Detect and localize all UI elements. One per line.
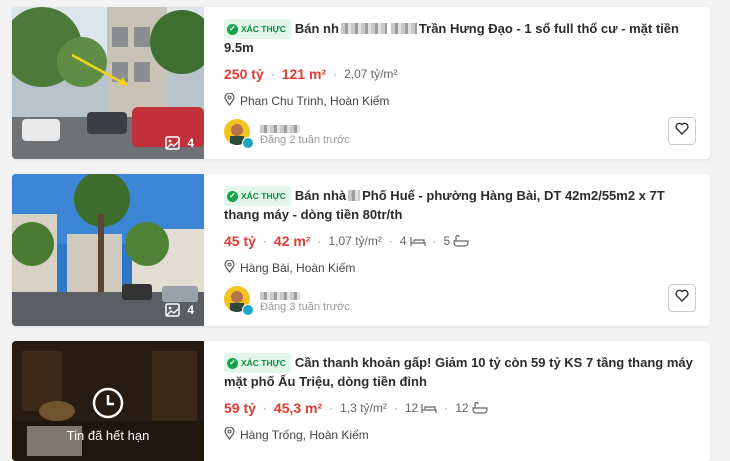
check-icon: ✓ xyxy=(227,190,238,202)
image-stack-icon xyxy=(165,303,181,317)
bath-icon xyxy=(471,402,488,414)
listing-title[interactable]: ✓ XÁC THỰC Cần thanh khoản gấp! Giảm 10 tỷ… xyxy=(224,353,696,391)
location-text: Phan Chu Trinh, Hoàn Kiếm xyxy=(240,94,390,108)
listing-card[interactable]: Tin đã hết hạn ✓ XÁC THỰC Cần thanh khoản … xyxy=(12,341,710,461)
price: 59 tỷ xyxy=(224,400,256,416)
price: 250 tỷ xyxy=(224,66,264,82)
posted-time: Đăng 3 tuần trước xyxy=(260,301,350,313)
location: Phan Chu Trinh, Hoàn Kiếm xyxy=(224,92,696,109)
heart-icon xyxy=(675,122,689,140)
listing-title[interactable]: ✓ XÁC THỰC Bán nh Trần Hưng Đạo - 1 sổ full… xyxy=(224,19,696,57)
listing-thumbnail[interactable]: Tin đã hết hạn xyxy=(12,341,204,461)
verified-badge: ✓ XÁC THỰC xyxy=(224,353,291,373)
price-per-m2: 1,3 tỷ/m² xyxy=(340,401,387,415)
listing-stats: 59 tỷ · 45,3 m² · 1,3 tỷ/m² · 12 · 12 xyxy=(224,400,696,416)
expired-label: Tin đã hết hạn xyxy=(66,428,150,443)
photo-count-value: 4 xyxy=(187,136,194,150)
location: Hàng Bài, Hoàn Kiếm xyxy=(224,259,696,276)
save-button[interactable] xyxy=(668,117,696,145)
redacted-text xyxy=(348,190,361,201)
bedrooms: 4 xyxy=(399,234,407,248)
area: 121 m² xyxy=(281,66,327,82)
redacted-text xyxy=(260,292,300,300)
redacted-text xyxy=(390,23,417,34)
verified-agent-icon xyxy=(242,137,254,149)
bedrooms: 12 xyxy=(404,401,419,415)
verified-badge: ✓ XÁC THỰC xyxy=(224,186,291,206)
listing-stats: 250 tỷ · 121 m² · 2,07 tỷ/m² xyxy=(224,66,398,82)
price-per-m2: 2,07 tỷ/m² xyxy=(344,67,398,81)
location-text: Hàng Bài, Hoàn Kiếm xyxy=(240,261,356,275)
bathrooms: 5 xyxy=(443,234,451,248)
check-icon: ✓ xyxy=(227,357,238,369)
check-icon: ✓ xyxy=(227,23,238,35)
redacted-text xyxy=(340,23,387,34)
image-stack-icon xyxy=(165,136,181,150)
bed-icon xyxy=(421,403,437,414)
price: 45 tỷ xyxy=(224,233,256,249)
listing-stats: 45 tỷ · 42 m² · 1,07 tỷ/m² · 4 · 5 xyxy=(224,233,696,249)
price-per-m2: 1,07 tỷ/m² xyxy=(328,234,382,248)
save-button[interactable] xyxy=(668,284,696,312)
bath-icon xyxy=(453,235,469,247)
area: 45,3 m² xyxy=(273,400,323,416)
location-pin-icon xyxy=(224,92,235,109)
bathrooms: 12 xyxy=(455,401,469,415)
location: Hàng Trống, Hoàn Kiếm xyxy=(224,426,696,443)
listing-thumbnail[interactable]: 4 xyxy=(12,174,204,326)
photo-count-value: 4 xyxy=(187,303,194,317)
photo-count: 4 xyxy=(165,136,194,150)
listing-thumbnail[interactable]: 4 xyxy=(12,7,204,159)
heart-icon xyxy=(675,289,689,307)
location-pin-icon xyxy=(224,259,235,276)
location-pin-icon xyxy=(224,426,235,443)
clock-icon xyxy=(92,387,124,419)
redacted-text xyxy=(260,125,300,133)
posted-time: Đăng 2 tuần trước xyxy=(260,134,350,146)
verified-agent-icon xyxy=(242,304,254,316)
listing-card[interactable]: 4 ✓ XÁC THỰC Bán nhà Phố Huế - phường Hàng … xyxy=(12,174,710,326)
location-text: Hàng Trống, Hoàn Kiếm xyxy=(240,428,369,442)
photo-count: 4 xyxy=(165,303,194,317)
listing-title[interactable]: ✓ XÁC THỰC Bán nhà Phố Huế - phường Hàng Bà… xyxy=(224,186,696,224)
verified-badge: ✓ XÁC THỰC xyxy=(224,19,291,39)
listing-card[interactable]: 4 ✓ XÁC THỰC Bán nh Trần Hưng Đạo - 1 sổ fu… xyxy=(12,7,710,159)
area: 42 m² xyxy=(273,233,311,249)
bed-icon xyxy=(409,236,426,247)
